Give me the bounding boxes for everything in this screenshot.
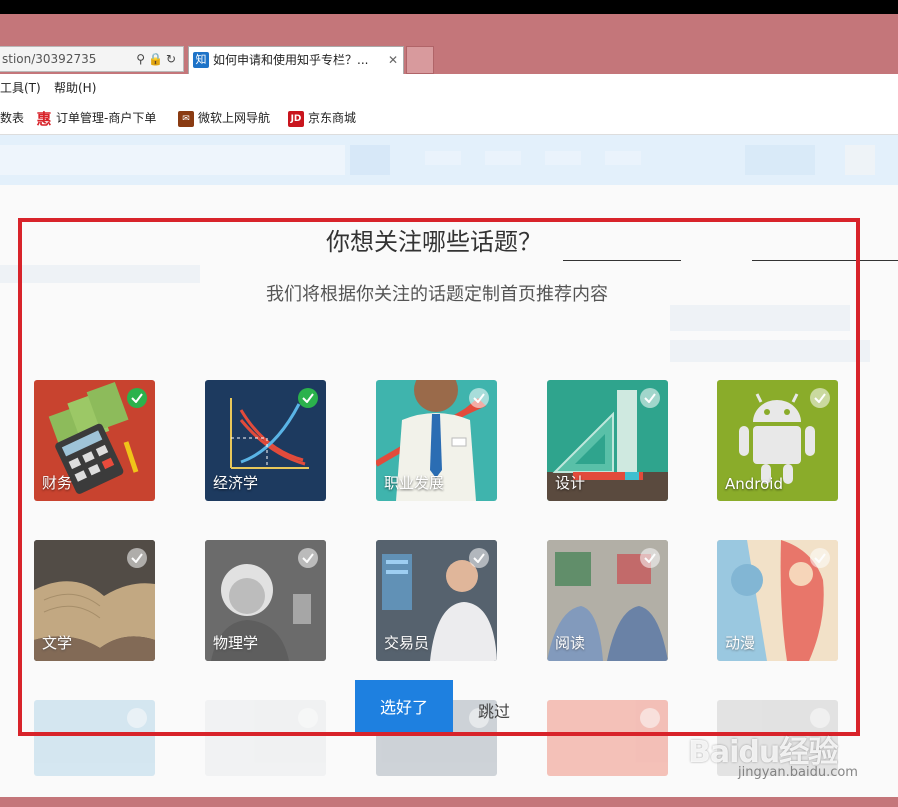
- avatar-faded: [845, 145, 875, 175]
- address-text: stion/30392735: [2, 52, 97, 66]
- check-icon[interactable]: [127, 548, 147, 568]
- jd-icon: JD: [288, 110, 304, 127]
- topic-tile-reading[interactable]: 阅读: [547, 540, 668, 661]
- check-icon[interactable]: [298, 388, 318, 408]
- ask-button-faded: [745, 145, 815, 175]
- fav-item-orders[interactable]: 惠订单管理-商户下单: [36, 102, 156, 134]
- refresh-icon[interactable]: ↻: [166, 52, 179, 66]
- check-icon[interactable]: [640, 548, 660, 568]
- topic-tile-career[interactable]: 职业发展: [376, 380, 497, 501]
- window-bottom-strip: [0, 797, 898, 807]
- search-icon[interactable]: ⚲: [136, 52, 148, 66]
- fav-item-msn[interactable]: ✉ 微软上网导航: [178, 102, 270, 134]
- check-icon[interactable]: [469, 388, 489, 408]
- topic-tile-android[interactable]: Android: [717, 380, 838, 501]
- topic-label: 交易员: [384, 634, 430, 652]
- hui-icon: 惠: [36, 109, 52, 128]
- topic-label: 财务: [42, 474, 73, 492]
- search-input-faded: [0, 145, 345, 175]
- check-icon[interactable]: [640, 708, 660, 728]
- topic-label: 经济学: [213, 474, 259, 492]
- address-icons: ⚲🔒↻: [136, 47, 179, 71]
- skip-link[interactable]: 跳过: [478, 698, 510, 722]
- topic-label: 阅读: [555, 634, 586, 652]
- nav-item-faded: [425, 151, 461, 165]
- menu-bar: 工具(T) 帮助(H): [0, 74, 898, 102]
- check-icon[interactable]: [127, 388, 147, 408]
- topic-tile-design[interactable]: 设计: [547, 380, 668, 501]
- nav-item-faded: [485, 151, 521, 165]
- check-icon[interactable]: [298, 548, 318, 568]
- topic-tile-economics[interactable]: 经济学: [205, 380, 326, 501]
- zhihu-favicon-icon: 知: [193, 52, 209, 68]
- address-bar[interactable]: stion/30392735 ⚲🔒↻: [0, 46, 184, 72]
- topic-tile-trader[interactable]: 交易员: [376, 540, 497, 661]
- check-icon[interactable]: [640, 388, 660, 408]
- done-button[interactable]: 选好了: [355, 680, 453, 736]
- topic-label: 动漫: [725, 634, 756, 652]
- topic-tile-partial[interactable]: [205, 700, 326, 776]
- topic-tile-physics[interactable]: 物理学: [205, 540, 326, 661]
- check-icon[interactable]: [810, 388, 830, 408]
- favorites-bar: 数表 惠订单管理-商户下单 ✉ 微软上网导航 JD 京东商城: [0, 102, 898, 135]
- modal-title: 你想关注哪些话题？: [326, 228, 542, 256]
- fav-item-jd[interactable]: JD 京东商城: [288, 102, 356, 134]
- topic-tile-anime[interactable]: 动漫: [717, 540, 838, 661]
- baidu-watermark: Baidu经验 jingyan.baidu.com: [688, 705, 888, 785]
- ghost-block: [670, 340, 870, 362]
- menu-help[interactable]: 帮助(H): [54, 74, 96, 102]
- watermark-url: jingyan.baidu.com: [738, 765, 858, 780]
- topic-tile-literature[interactable]: 文学: [34, 540, 155, 661]
- mail-icon: ✉: [178, 110, 194, 127]
- lock-icon: 🔒: [147, 52, 166, 66]
- topic-tile-finance[interactable]: 财务: [34, 380, 155, 501]
- check-icon[interactable]: [810, 548, 830, 568]
- check-icon[interactable]: [298, 708, 318, 728]
- menu-tools[interactable]: 工具(T): [0, 74, 41, 102]
- topic-tile-partial[interactable]: [547, 700, 668, 776]
- check-icon[interactable]: [127, 708, 147, 728]
- topic-tile-partial[interactable]: [34, 700, 155, 776]
- topic-label: Android: [725, 475, 783, 493]
- search-button-faded: [350, 145, 390, 175]
- check-icon[interactable]: [469, 548, 489, 568]
- screen-top-bar: [0, 0, 898, 14]
- decor-line: [752, 260, 898, 261]
- topic-label: 物理学: [213, 634, 259, 652]
- modal-subtitle: 我们将根据你关注的话题定制首页推荐内容: [266, 284, 608, 305]
- topic-label: 文学: [42, 634, 73, 652]
- decor-line: [563, 260, 681, 261]
- new-tab-button[interactable]: [406, 46, 434, 74]
- tab-title: 如何申请和使用知乎专栏？...: [213, 53, 369, 67]
- ghost-block: [670, 305, 850, 331]
- nav-item-faded: [605, 151, 641, 165]
- browser-title-band: [0, 14, 898, 44]
- zhihu-nav-faded: [0, 135, 898, 185]
- fav-item-table[interactable]: 数表: [0, 102, 24, 134]
- topic-label: 职业发展: [384, 474, 445, 492]
- tab-close-icon[interactable]: ✕: [388, 47, 398, 73]
- nav-item-faded: [545, 151, 581, 165]
- topic-label: 设计: [555, 474, 586, 492]
- tab-active[interactable]: 知 如何申请和使用知乎专栏？... ✕: [188, 46, 404, 74]
